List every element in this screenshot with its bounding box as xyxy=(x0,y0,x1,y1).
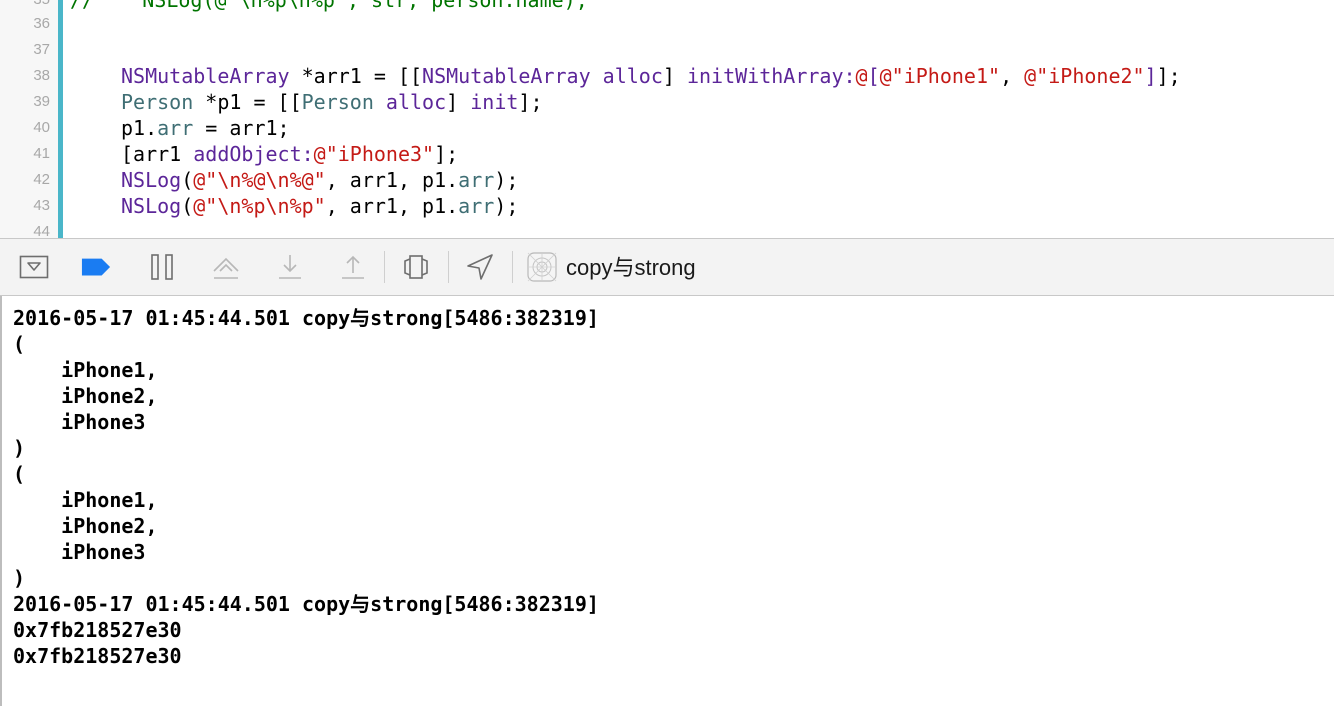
pause-continue-icon xyxy=(151,254,173,280)
console-output-text: 2016-05-17 01:45:44.501 copy与strong[5486… xyxy=(13,306,599,668)
hide-debug-area-button[interactable] xyxy=(19,253,49,281)
view-hierarchy-icon xyxy=(404,255,428,279)
line-number: 37 xyxy=(33,41,50,58)
debug-bar: copy与strong xyxy=(0,238,1334,296)
app-target-button[interactable] xyxy=(527,252,557,282)
code-line: 41 [arr1 addObject:@"iPhone3"]; xyxy=(0,141,1334,167)
line-number: 36 xyxy=(33,15,50,32)
line-number: 44 xyxy=(33,223,50,238)
line-number: 43 xyxy=(33,197,50,214)
code-line: 39 Person *p1 = [[Person alloc] init]; xyxy=(0,89,1334,115)
code-line: 36 xyxy=(0,11,1334,37)
code-text: [arr1 addObject:@"iPhone3"]; xyxy=(121,142,459,166)
simulate-location-icon xyxy=(467,254,493,280)
simulate-location-button[interactable] xyxy=(465,253,495,281)
pause-continue-button[interactable] xyxy=(147,253,177,281)
step-out-button[interactable] xyxy=(338,253,368,281)
app-target-icon xyxy=(527,252,557,282)
code-text: NSLog(@"\n%p\n%p", arr1, p1.arr); xyxy=(121,194,519,218)
line-number: 41 xyxy=(33,145,50,162)
toolbar-separator xyxy=(448,251,449,283)
line-number: 40 xyxy=(33,119,50,136)
code-line: 37 xyxy=(0,37,1334,63)
code-line: 42 NSLog(@"\n%@\n%@", arr1, p1.arr); xyxy=(0,167,1334,193)
target-name-label: copy与strong xyxy=(566,255,696,280)
code-text: p1.arr = arr1; xyxy=(121,116,290,140)
code-line: 44 xyxy=(0,219,1334,238)
code-line: 40 p1.arr = arr1; xyxy=(0,115,1334,141)
hide-debug-area-icon xyxy=(19,255,49,279)
code-text: NSMutableArray *arr1 = [[NSMutableArray … xyxy=(121,64,1181,88)
code-line: 43 NSLog(@"\n%p\n%p", arr1, p1.arr); xyxy=(0,193,1334,219)
step-out-icon xyxy=(342,255,364,279)
code-line: 38 NSMutableArray *arr1 = [[NSMutableArr… xyxy=(0,63,1334,89)
line-number: 38 xyxy=(33,67,50,84)
line-number: 42 xyxy=(33,171,50,188)
view-hierarchy-button[interactable] xyxy=(401,253,431,281)
toolbar-separator xyxy=(384,251,385,283)
breakpoints-toggle-button[interactable] xyxy=(81,253,111,281)
step-over-icon xyxy=(213,257,239,279)
step-into-button[interactable] xyxy=(275,253,305,281)
toolbar-separator xyxy=(512,251,513,283)
line-number: 39 xyxy=(33,93,50,110)
breakpoints-toggle-icon xyxy=(81,258,111,276)
step-into-icon xyxy=(279,255,301,279)
console-output-area[interactable]: 2016-05-17 01:45:44.501 copy与strong[5486… xyxy=(0,296,1334,706)
code-text: NSLog(@"\n%@\n%@", arr1, p1.arr); xyxy=(121,168,519,192)
code-text: Person *p1 = [[Person alloc] init]; xyxy=(121,90,543,114)
step-over-button[interactable] xyxy=(211,253,241,281)
code-editor[interactable]: 35 // NSLog(@"\n%p\n%p", str, person.nam… xyxy=(0,0,1334,238)
